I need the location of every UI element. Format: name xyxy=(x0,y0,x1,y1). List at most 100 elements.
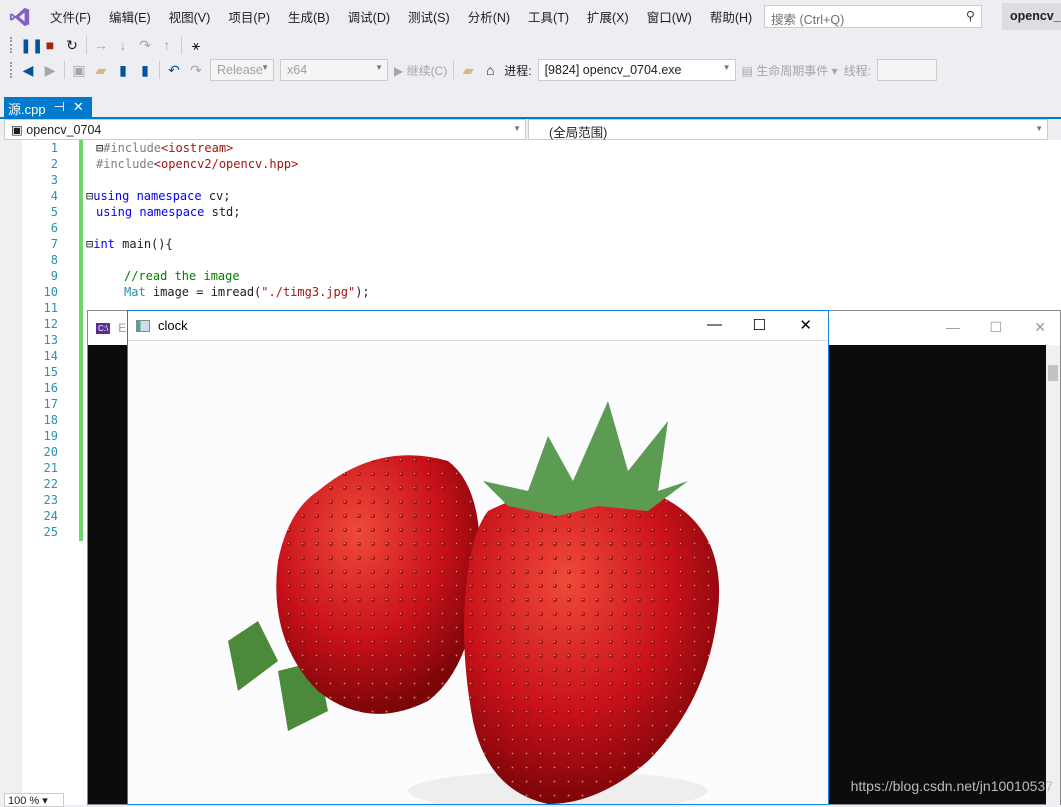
chevron-down-icon: ▼ xyxy=(375,63,383,72)
line-number: 14 xyxy=(43,349,58,363)
close-icon[interactable]: ✕ xyxy=(799,316,812,334)
console-icon: C:\ xyxy=(96,322,111,334)
code-line: //read the image xyxy=(124,269,240,283)
line-number: 17 xyxy=(43,397,58,411)
line-number: 9 xyxy=(50,269,58,283)
process-select[interactable]: [9824] opencv_0704.exe ▼ xyxy=(537,59,736,81)
close-icon[interactable]: ✕ xyxy=(73,99,84,115)
scrollbar-thumb[interactable] xyxy=(1048,365,1058,381)
code-line: ⊟int main(){ xyxy=(86,237,173,251)
tab-source-cpp[interactable]: 源.cpp ⊣ ✕ xyxy=(4,97,92,117)
save-icon[interactable]: ▮ xyxy=(115,62,131,79)
project-nav-select[interactable]: ▣ opencv_0704 ▼ xyxy=(4,119,526,140)
navigate-back-icon[interactable]: ◀ xyxy=(20,62,36,79)
line-number: 10 xyxy=(43,285,58,299)
new-project-icon[interactable]: ▣ xyxy=(71,62,87,79)
tab-label: 源.cpp xyxy=(8,102,46,117)
restart-icon[interactable]: ↻ xyxy=(64,37,80,54)
save-all-icon[interactable]: ▮ xyxy=(137,62,153,79)
menu-debug[interactable]: 调试(D) xyxy=(339,7,399,26)
redo-icon[interactable]: ↷ xyxy=(188,62,204,79)
undo-icon[interactable]: ↶ xyxy=(166,62,182,79)
lifecycle-events-button[interactable]: ▤ 生命周期事件 ▾ xyxy=(742,62,838,79)
configuration-value: Release xyxy=(217,63,263,77)
separator xyxy=(453,61,455,79)
change-tracking-bar xyxy=(79,140,83,541)
pause-icon[interactable]: ❚❚ xyxy=(20,37,43,54)
code-line: using namespace std; xyxy=(96,205,241,219)
line-number: 16 xyxy=(43,381,58,395)
nav-project-value: opencv_0704 xyxy=(26,123,102,137)
search-input[interactable]: 搜索 (Ctrl+Q) ⚲ xyxy=(764,5,982,28)
line-number: 25 xyxy=(43,525,58,539)
line-number: 22 xyxy=(43,477,58,491)
debug-toolbar: ❚❚ ■ ↻ → ↓ ↷ ↑ ⚹ xyxy=(0,33,204,57)
lifecycle-label: 生命周期事件 xyxy=(756,63,829,78)
line-number: 1 xyxy=(50,141,58,155)
line-number: 5 xyxy=(50,205,58,219)
menu-project[interactable]: 项目(P) xyxy=(219,7,279,26)
menu-file[interactable]: 文件(F) xyxy=(41,7,100,26)
line-number: 23 xyxy=(43,493,58,507)
line-number: 12 xyxy=(43,317,58,331)
menu-build[interactable]: 生成(B) xyxy=(279,7,339,26)
hex-display-icon[interactable]: ⚹ xyxy=(188,37,204,54)
stop-icon[interactable]: ■ xyxy=(42,37,58,53)
watermark: https://blog.csdn.net/jn10010537 xyxy=(850,778,1053,794)
step-out-icon[interactable]: ↑ xyxy=(159,37,175,53)
navigate-forward-icon[interactable]: ▶ xyxy=(42,62,58,79)
pin-icon[interactable]: ⊣ xyxy=(54,99,65,115)
nav-scope-value: (全局范围) xyxy=(549,126,608,140)
project-name-badge: opencv_0704 xyxy=(1002,3,1061,30)
line-number: 21 xyxy=(43,461,58,475)
maximize-icon[interactable]: ☐ xyxy=(989,319,1002,336)
toolbar-grip[interactable] xyxy=(10,62,14,78)
console-scrollbar[interactable] xyxy=(1046,345,1060,806)
menu-analyze[interactable]: 分析(N) xyxy=(459,7,519,26)
line-number: 20 xyxy=(43,445,58,459)
menu-window[interactable]: 窗口(W) xyxy=(638,7,701,26)
image-window[interactable]: clock — ☐ ✕ xyxy=(127,310,829,807)
code-line: Mat image = imread("./timg3.jpg"); xyxy=(124,285,370,299)
scope-nav-select[interactable]: (全局范围) ▼ xyxy=(528,119,1048,140)
step-over-icon[interactable]: ↷ xyxy=(137,37,153,54)
code-line: ⊟#include<iostream> xyxy=(96,141,234,155)
find-in-files-icon[interactable]: ▰ xyxy=(460,62,476,79)
line-number: 2 xyxy=(50,157,58,171)
chevron-down-icon: ▼ xyxy=(722,63,731,72)
continue-button[interactable]: ▶ 继续(C) xyxy=(394,62,447,79)
thread-label: 线程: xyxy=(843,63,871,78)
show-next-statement-icon[interactable]: → xyxy=(93,37,109,53)
line-number: 18 xyxy=(43,413,58,427)
maximize-icon[interactable]: ☐ xyxy=(753,316,766,334)
zoom-level-value: 100 % xyxy=(8,795,40,807)
menu-test[interactable]: 测试(S) xyxy=(399,7,459,26)
process-value: [9824] opencv_0704.exe xyxy=(544,63,682,77)
configuration-select[interactable]: Release ▼ xyxy=(210,59,274,81)
step-into-icon[interactable]: ↓ xyxy=(115,37,131,53)
image-window-title: clock xyxy=(158,318,188,333)
minimize-icon[interactable]: — xyxy=(946,319,960,335)
chevron-down-icon: ▼ xyxy=(1035,124,1043,133)
home-icon[interactable]: ⌂ xyxy=(482,62,498,78)
close-icon[interactable]: ✕ xyxy=(1034,319,1046,336)
visual-studio-logo-icon xyxy=(9,7,30,26)
menu-view[interactable]: 视图(V) xyxy=(160,7,220,26)
line-number: 19 xyxy=(43,429,58,443)
menu-help[interactable]: 帮助(H) xyxy=(701,7,761,26)
separator xyxy=(159,61,160,79)
image-window-titlebar[interactable]: clock xyxy=(128,311,828,341)
toolbar-grip[interactable] xyxy=(10,37,14,53)
menu-extensions[interactable]: 扩展(X) xyxy=(578,7,638,26)
line-number: 15 xyxy=(43,365,58,379)
separator xyxy=(86,36,87,54)
thread-select[interactable] xyxy=(876,59,937,81)
menu-tools[interactable]: 工具(T) xyxy=(519,7,578,26)
chevron-down-icon: ▼ xyxy=(513,124,521,133)
search-icon[interactable]: ⚲ xyxy=(966,8,975,23)
minimize-icon[interactable]: — xyxy=(707,316,722,333)
menu-edit[interactable]: 编辑(E) xyxy=(100,7,160,26)
open-file-icon[interactable]: ▰ xyxy=(93,62,109,79)
platform-select[interactable]: x64 ▼ xyxy=(280,59,388,81)
search-placeholder: 搜索 (Ctrl+Q) xyxy=(771,13,845,27)
